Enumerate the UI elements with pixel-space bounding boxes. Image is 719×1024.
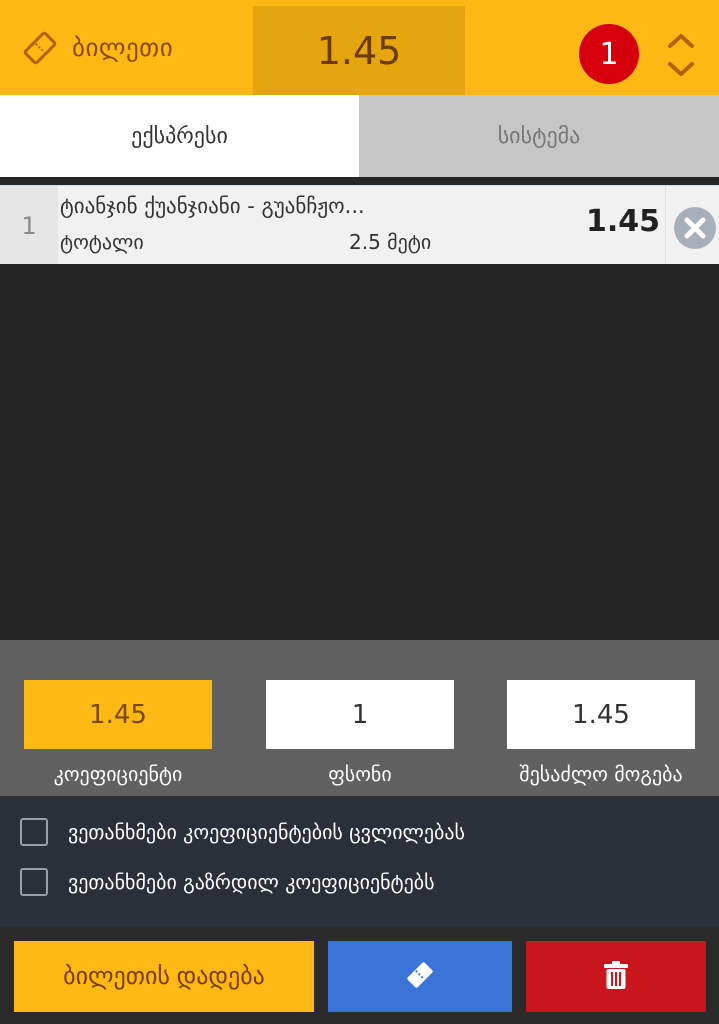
betslip-screen: ბილეთი 1.45 1 ექსპრესი სისტემა 1 ტიანჯინ…	[0, 0, 719, 1024]
stake-input[interactable]: 1	[266, 680, 454, 749]
action-bar: ბილეთის დადება	[0, 927, 719, 1024]
possible-win-value: 1.45	[507, 680, 695, 749]
remove-bet-icon[interactable]	[673, 206, 717, 250]
odds-options: ვეთანხმები კოეფიციენტების ცვლილებას ვეთა…	[0, 796, 719, 927]
delete-all-button[interactable]	[526, 941, 706, 1012]
save-ticket-button[interactable]	[328, 941, 512, 1012]
bet-pick: 2.5 მეტი	[349, 230, 432, 254]
place-bet-button[interactable]: ბილეთის დადება	[14, 941, 314, 1012]
bet-type-tabs: ექსპრესი სისტემა	[0, 95, 719, 177]
bet-odds: 1.45	[585, 204, 660, 239]
stake-label: ფსონი	[328, 762, 392, 786]
accept-increased-odds-label: ვეთანხმები გაზრდილ კოეფიციენტებს	[68, 870, 435, 894]
betslip-header: ბილეთი 1.45 1	[0, 0, 719, 95]
selection-count-badge: 1	[579, 24, 639, 84]
accept-odds-change-option[interactable]: ვეთანხმები კოეფიციენტების ცვლილებას	[20, 818, 465, 846]
coefficient-label: კოეფიციენტი	[53, 762, 183, 786]
betslip-title-area[interactable]: ბილეთი	[0, 0, 253, 95]
total-odds: 1.45	[253, 6, 465, 95]
bet-row-divider	[665, 186, 666, 265]
possible-win-label: შესაძლო მოგება	[519, 762, 683, 786]
trash-icon	[603, 960, 629, 993]
ticket-icon	[20, 28, 60, 68]
bet-index: 1	[0, 186, 58, 265]
bet-match-name: ტიანჯინ ქუანჯიანი - გუანჩჟო...	[60, 194, 365, 218]
accept-increased-odds-checkbox[interactable]	[20, 868, 48, 896]
accept-odds-change-checkbox[interactable]	[20, 818, 48, 846]
coefficient-value: 1.45	[24, 680, 212, 749]
betslip-empty-area	[0, 264, 719, 640]
ticket-icon	[405, 960, 435, 993]
stake-panel: 1.45 1 1.45 კოეფიციენტი ფსონი შესაძლო მო…	[0, 640, 719, 796]
tab-express[interactable]: ექსპრესი	[0, 95, 359, 177]
accept-odds-change-label: ვეთანხმები კოეფიციენტების ცვლილებას	[68, 820, 465, 844]
bet-selection-row: 1 ტიანჯინ ქუანჯიანი - გუანჩჟო... ტოტალი …	[0, 185, 719, 265]
betslip-title: ბილეთი	[72, 33, 174, 62]
expand-collapse-icon[interactable]	[664, 30, 698, 80]
bet-market: ტოტალი	[60, 230, 144, 254]
tab-system[interactable]: სისტემა	[359, 95, 719, 177]
accept-increased-odds-option[interactable]: ვეთანხმები გაზრდილ კოეფიციენტებს	[20, 868, 435, 896]
